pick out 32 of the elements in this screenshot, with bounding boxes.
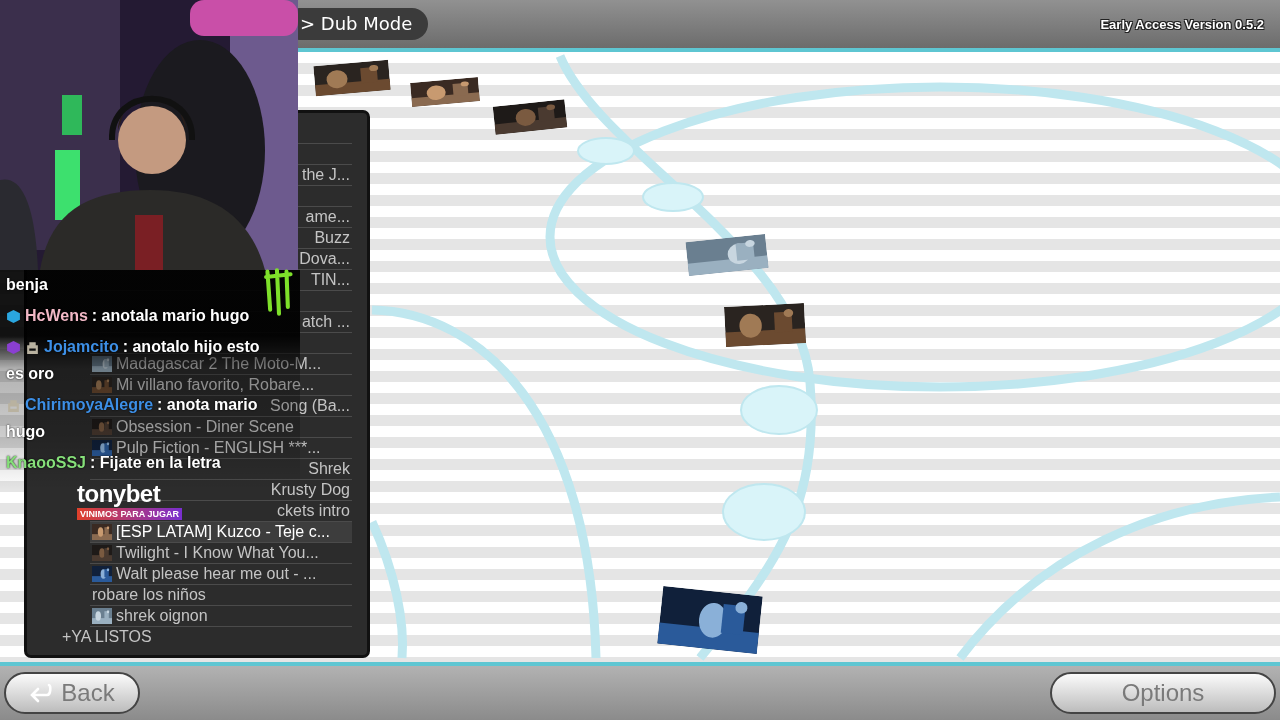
- playlist-item[interactable]: Dova...: [297, 249, 352, 269]
- playlist-item[interactable]: [ESP LATAM] Kuzco - Teje c...: [90, 522, 352, 542]
- path-node: [642, 182, 704, 212]
- chat-message: HcWens : anotala mario hugo: [25, 306, 250, 326]
- robot-icon: [25, 339, 40, 355]
- playlist-item[interactable]: +YA LISTOS: [60, 627, 154, 647]
- chat-message: Jojamcito : anotalo hijo esto: [44, 337, 260, 357]
- version-label: Early Access Version 0.5.2: [1100, 16, 1264, 32]
- playlist-item[interactable]: ame...: [303, 207, 352, 227]
- playlist-item[interactable]: TIN...: [308, 270, 352, 290]
- path-node: [577, 137, 635, 165]
- playlist-item[interactable]: Shrek: [306, 459, 352, 479]
- playlist-item[interactable]: atch ...: [299, 312, 352, 332]
- playlist-item[interactable]: Walt please hear me out - ...: [90, 564, 319, 584]
- playlist-item[interactable]: Buzz: [312, 228, 352, 248]
- playlist-item[interactable]: ckets intro: [275, 501, 352, 521]
- playlist-item[interactable]: Madagascar 2 The Moto-M...: [90, 354, 324, 374]
- robot-icon: [6, 397, 21, 413]
- sponsor-logo: tonybet: [77, 480, 161, 508]
- playlist-item[interactable]: the J...: [299, 165, 352, 185]
- playlist-item[interactable]: Krusty Dog: [268, 480, 352, 500]
- return-arrow-icon: [29, 683, 54, 703]
- slogan-banner: VINIMOS PARA JUGAR: [77, 508, 182, 520]
- playlist-item[interactable]: Twilight - I Know What You...: [90, 543, 321, 563]
- playlist-item[interactable]: shrek oignon: [90, 606, 210, 626]
- chat-message: benja: [6, 275, 48, 295]
- chat-message: es oro: [6, 364, 54, 384]
- playlist-item[interactable]: Obsession - Diner Scene: [90, 417, 296, 437]
- playlist-item[interactable]: robare los niños: [90, 585, 208, 605]
- playlist-item[interactable]: Song (Ba...: [267, 396, 352, 416]
- chat-message: ChirimoyaAlegre : anota mario: [25, 395, 258, 415]
- playlist-item[interactable]: Mi villano favorito, Robare...: [90, 375, 317, 395]
